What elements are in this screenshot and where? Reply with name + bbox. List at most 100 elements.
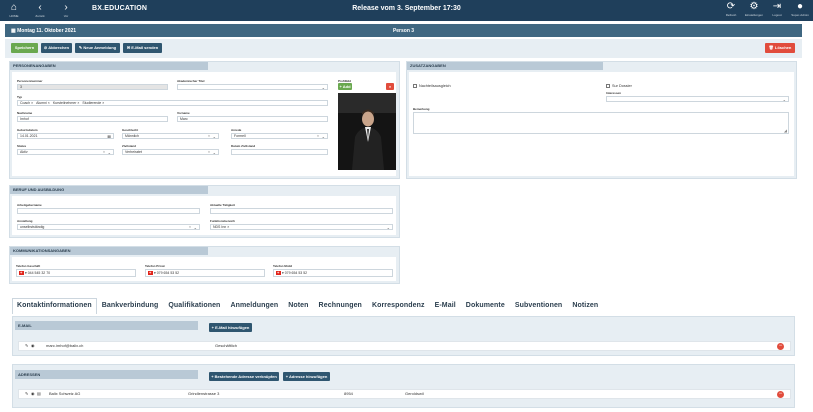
resize-handle-icon[interactable]: ◢: [784, 128, 787, 133]
chevron-down-icon: ⌄: [107, 150, 111, 155]
status-select[interactable]: Aktiv × ⌄: [17, 149, 114, 155]
tab-qualifikationen[interactable]: Qualifikationen: [163, 298, 225, 314]
profile-photo: [338, 93, 396, 170]
tel-geschaeft-input[interactable]: ▾ 044 545 32 70: [16, 269, 136, 277]
typ-tag[interactable]: Alumni ×: [36, 101, 50, 105]
taetigkeit-input[interactable]: [210, 208, 393, 214]
delete-label: Löschen: [774, 45, 792, 50]
arbeitgeber-label: Arbeitgebername: [17, 203, 42, 207]
link-address-label: Bestehende Adresse verknüpfen: [214, 374, 277, 379]
send-email-label: E-Mail senden: [131, 45, 159, 50]
tab-anmeldungen[interactable]: Anmeldungen: [225, 298, 283, 314]
edit-icon[interactable]: ✎: [25, 390, 28, 398]
additional-header: ZUSATZANGABEN: [407, 62, 603, 70]
send-email-button[interactable]: ✉ E-Mail senden: [123, 43, 162, 53]
typ-multiselect[interactable]: Coach × Alumni × Kursteilnehmer × Studie…: [17, 100, 328, 106]
tab-rechnungen[interactable]: Rechnungen: [314, 298, 367, 314]
status-value: Aktiv: [20, 150, 28, 154]
typ-tag[interactable]: Kursteilnehmer ×: [53, 101, 80, 105]
settings-button[interactable]: ⚙ Einstellungen: [745, 1, 763, 18]
funktionsbereich-select[interactable]: NDS Inn × ⌄: [210, 224, 393, 230]
cancel-button[interactable]: ⊘ Abbrechen: [41, 43, 72, 53]
tab-subventionen[interactable]: Subventionen: [510, 298, 567, 314]
geburtsdatum-input[interactable]: 14.01.2021 ▦: [17, 133, 114, 139]
geburtsdatum-label: Geburtsdatum: [17, 128, 38, 132]
top-nav-right: ⟳ Refresh ⚙ Einstellungen ⇥ Logout ● Sup…: [722, 1, 809, 18]
logout-icon: ⇥: [772, 1, 782, 12]
typ-tag[interactable]: Studierende ×: [82, 101, 104, 105]
address-row[interactable]: ✎ ◉ ▤ Balix Schweiz AG Grindlenstrasse 3…: [18, 389, 791, 399]
communication-header: KOMMUNIKATIONSANGABEN: [10, 247, 208, 255]
remove-email-button[interactable]: −: [777, 343, 784, 350]
remove-address-button[interactable]: −: [777, 391, 784, 398]
add-address-label: Adresse hinzufügen: [289, 374, 328, 379]
sur-dossier-checkbox[interactable]: [606, 84, 610, 88]
nachteilsausgleich-checkbox[interactable]: [413, 84, 417, 88]
tel-mobil-input[interactable]: ▾ 079 654 53 52: [273, 269, 393, 277]
anstellung-value: unselbstständig: [20, 225, 45, 229]
refresh-button[interactable]: ⟳ Refresh: [722, 1, 740, 18]
email-type: Geschäftlich: [215, 343, 238, 348]
remove-photo-button[interactable]: ×: [386, 83, 394, 90]
clear-icon[interactable]: ×: [189, 225, 191, 229]
add-photo-label: Add: [342, 84, 351, 89]
clear-icon[interactable]: ×: [317, 134, 319, 138]
clear-icon[interactable]: ×: [208, 134, 210, 138]
tab-korrespondenz[interactable]: Korrespondenz: [367, 298, 430, 314]
home-label: HOME: [9, 14, 19, 18]
delete-button[interactable]: 🗑 Löschen: [765, 43, 795, 53]
sur-dossier-label: Sur Dossier: [612, 84, 632, 88]
forward-button[interactable]: › Vor: [56, 2, 76, 19]
geburtsdatum-value: 14.01.2021: [20, 134, 38, 138]
clear-icon[interactable]: ×: [208, 150, 210, 154]
tab-bankverbindung[interactable]: Bankverbindung: [97, 298, 164, 314]
email-row[interactable]: ✎ ◉ marc.imhof@balix.ch Geschäftlich: [18, 341, 791, 351]
tab-kontaktinformationen[interactable]: Kontaktinformationen: [12, 298, 97, 314]
bemerkung-textarea[interactable]: ◢: [413, 112, 789, 134]
anrede-select[interactable]: Formell × ⌄: [231, 133, 328, 139]
vorname-input[interactable]: Marc: [177, 116, 328, 122]
interessen-select[interactable]: ⌄: [606, 96, 789, 102]
view-icon[interactable]: ◉: [31, 342, 35, 350]
akad-titel-select[interactable]: ⌄: [177, 84, 328, 90]
link-address-button[interactable]: + Bestehende Adresse verknüpfen: [209, 372, 279, 381]
tab-noten[interactable]: Noten: [283, 298, 313, 314]
tel-privat-input[interactable]: ▾ 079 654 53 52: [145, 269, 265, 277]
tel-privat-label: Telefon Privat: [145, 264, 165, 268]
refresh-icon: ⟳: [726, 1, 736, 12]
tel-geschaeft-value: 044 545 32 70: [27, 271, 51, 275]
funktionsbereich-tag[interactable]: NDS Inn ×: [213, 225, 229, 229]
home-button[interactable]: ⌂ HOME: [4, 2, 24, 19]
arbeitgeber-input[interactable]: [17, 208, 200, 214]
anstellung-label: Anstellung: [17, 219, 33, 223]
user-icon: ●: [796, 1, 804, 12]
address-zip: 8954: [344, 391, 353, 396]
add-photo-button[interactable]: + Add: [338, 83, 352, 90]
bemerkung-label: Bemerkung: [413, 107, 430, 111]
back-button[interactable]: ‹ Zurück: [30, 2, 50, 19]
nachname-input[interactable]: Imhof: [17, 116, 168, 122]
tab-dokumente[interactable]: Dokumente: [461, 298, 510, 314]
zivilstand-select[interactable]: Verheiratet × ⌄: [122, 149, 219, 155]
edit-icon[interactable]: ✎: [25, 342, 28, 350]
tel-mobil-label: Telefon Mobil: [273, 264, 293, 268]
datum-zivilstand-input[interactable]: [231, 149, 328, 155]
anstellung-select[interactable]: unselbstständig × ⌄: [17, 224, 200, 230]
user-button[interactable]: ● Super-Admin: [791, 1, 809, 18]
tab-notizen[interactable]: Notizen: [567, 298, 603, 314]
typ-tag[interactable]: Coach ×: [20, 101, 33, 105]
save-button[interactable]: Speichern: [11, 43, 38, 53]
view-icon[interactable]: ◉: [31, 390, 35, 398]
add-address-button[interactable]: + Adresse hinzufügen: [283, 372, 330, 381]
calendar-icon[interactable]: ▦: [107, 134, 111, 138]
new-registration-button[interactable]: ✎ Neue Anmeldung: [75, 43, 120, 53]
geschlecht-select[interactable]: Männlich × ⌄: [122, 133, 219, 139]
document-icon[interactable]: ▤: [37, 390, 41, 398]
trash-icon: ×: [388, 84, 392, 89]
tab-email[interactable]: E-Mail: [430, 298, 461, 314]
profile-photo-image: [338, 93, 396, 170]
add-email-button[interactable]: + E-Mail hinzufügen: [209, 323, 252, 332]
email-header: E-MAIL: [15, 321, 198, 330]
clear-icon[interactable]: ×: [103, 150, 105, 154]
logout-button[interactable]: ⇥ Logout: [768, 1, 786, 18]
